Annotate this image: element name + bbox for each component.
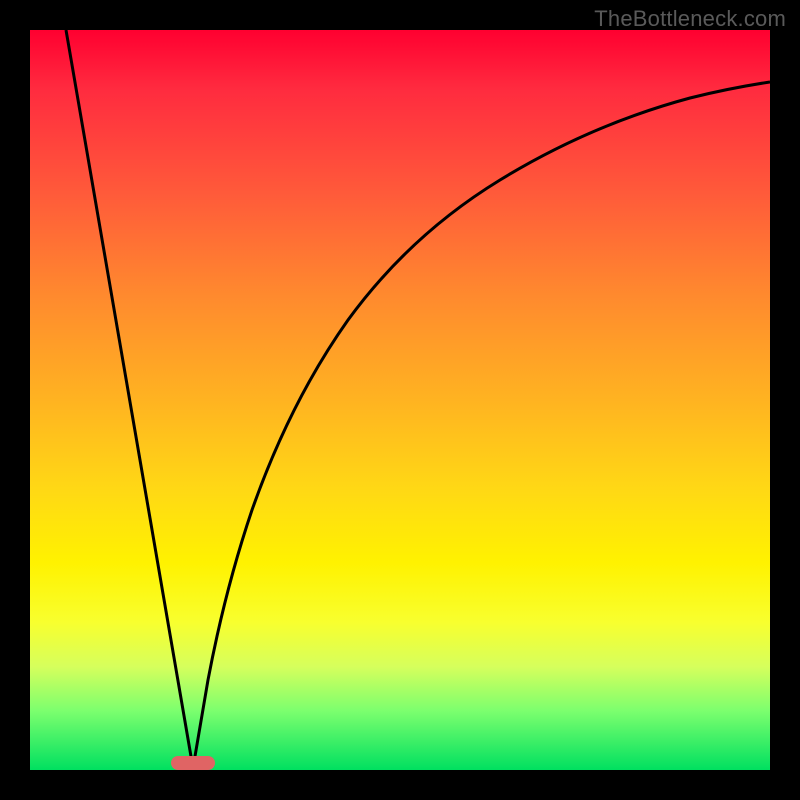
plot-area [30, 30, 770, 770]
watermark-text: TheBottleneck.com [594, 6, 786, 32]
chart-frame: TheBottleneck.com [0, 0, 800, 800]
curve-left-branch [66, 30, 193, 768]
bottleneck-curve [30, 30, 770, 770]
bottleneck-marker [171, 756, 215, 770]
curve-right-branch [193, 82, 770, 768]
